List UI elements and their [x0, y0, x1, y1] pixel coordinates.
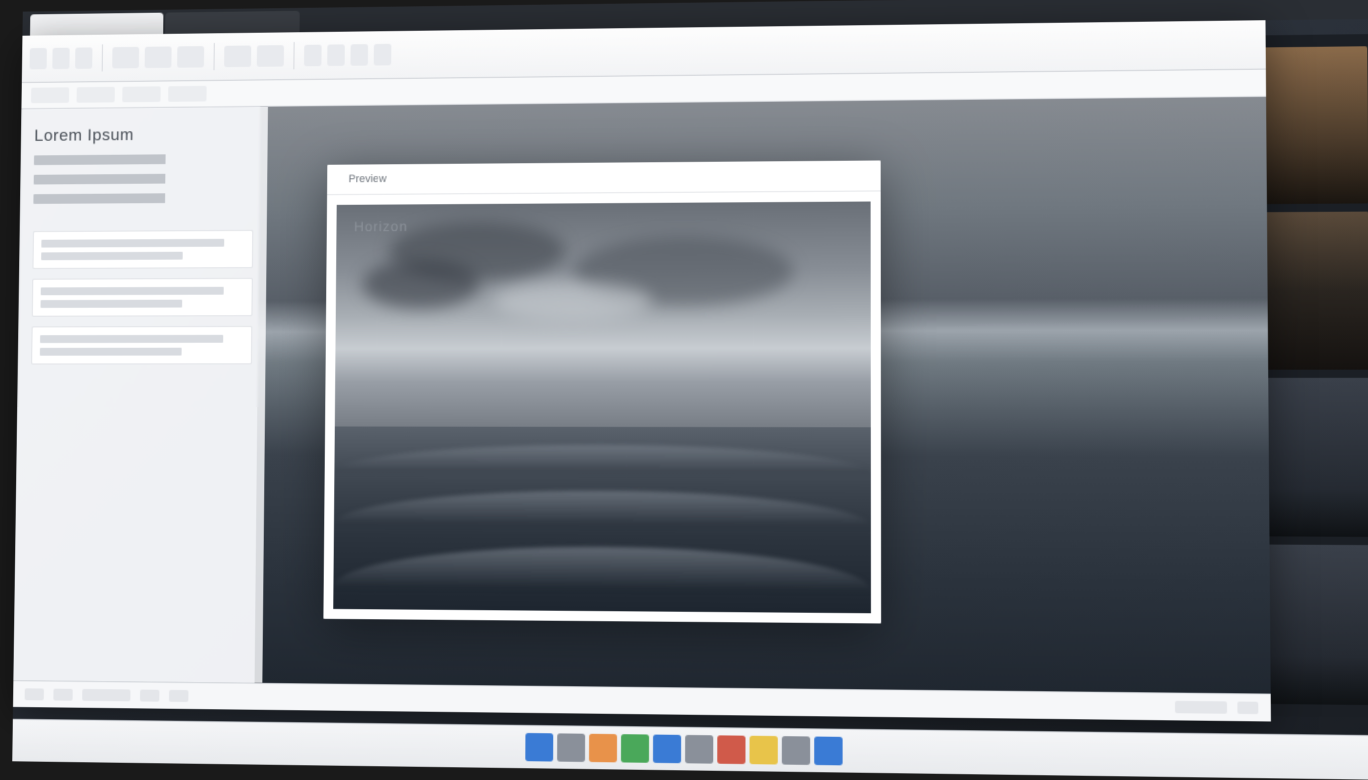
card-text-line	[40, 348, 182, 356]
ribbon-button[interactable]	[145, 46, 172, 68]
workspace-canvas: Lorem Ipsum	[13, 97, 1270, 694]
taskbar-app-icon[interactable]	[750, 736, 778, 765]
sidebar-text-line	[33, 193, 253, 204]
status-item[interactable]	[82, 689, 130, 701]
toolbar-button[interactable]	[122, 86, 160, 102]
cloud-shape	[362, 259, 480, 309]
taskbar-app-icon[interactable]	[525, 733, 553, 762]
taskbar-app-icon[interactable]	[717, 735, 745, 764]
wave-shape	[334, 445, 870, 474]
toolbar-button[interactable]	[168, 86, 207, 102]
monitor-frame: Lorem Ipsum	[12, 0, 1368, 780]
preview-image	[333, 202, 871, 614]
cloud-shape	[494, 281, 652, 321]
wave-shape	[334, 490, 871, 527]
ribbon-button[interactable]	[177, 46, 204, 68]
toolbar-button[interactable]	[77, 87, 115, 103]
ribbon-button[interactable]	[257, 45, 284, 67]
preview-caption: Horizon	[354, 218, 408, 234]
status-item[interactable]	[1237, 702, 1258, 715]
os-taskbar	[12, 719, 1368, 780]
ribbon-button[interactable]	[304, 45, 322, 67]
ribbon-button[interactable]	[112, 47, 139, 69]
property-card[interactable]	[31, 326, 252, 364]
card-text-line	[41, 239, 224, 248]
separator	[214, 43, 215, 70]
ribbon-button[interactable]	[327, 44, 345, 66]
ribbon-button[interactable]	[75, 47, 92, 68]
toolbar-button[interactable]	[31, 87, 69, 103]
taskbar-app-icon[interactable]	[557, 733, 585, 762]
taskbar-app-icon[interactable]	[814, 737, 842, 766]
card-text-line	[41, 252, 183, 260]
sky-region	[335, 202, 871, 428]
status-item[interactable]	[169, 690, 188, 702]
zoom-control[interactable]	[1175, 701, 1227, 714]
preview-tab[interactable]: Preview	[339, 169, 397, 189]
status-item[interactable]	[53, 689, 72, 701]
status-item[interactable]	[25, 688, 44, 700]
ribbon-button[interactable]	[52, 48, 69, 69]
property-card[interactable]	[32, 278, 253, 317]
desktop-background: Lorem Ipsum	[12, 0, 1368, 780]
taskbar-app-icon[interactable]	[621, 734, 649, 763]
preview-header: Preview	[327, 160, 881, 195]
browser-tab[interactable]	[30, 13, 163, 36]
sidebar-subtitle	[34, 154, 254, 165]
taskbar-app-icon[interactable]	[589, 734, 617, 763]
card-text-line	[40, 335, 223, 343]
taskbar-app-icon[interactable]	[685, 735, 713, 764]
browser-tab[interactable]	[165, 11, 300, 34]
status-item[interactable]	[140, 690, 159, 702]
separator	[102, 44, 103, 71]
sea-region	[333, 426, 871, 613]
card-text-line	[41, 300, 183, 308]
ribbon-button[interactable]	[224, 45, 251, 67]
image-preview-dialog[interactable]: Preview Horizon	[323, 160, 881, 623]
taskbar-app-icon[interactable]	[782, 736, 810, 765]
properties-sidebar: Lorem Ipsum	[13, 107, 268, 683]
card-text-line	[41, 287, 224, 295]
sidebar-title: Lorem Ipsum	[34, 124, 254, 145]
separator	[293, 42, 294, 69]
property-card[interactable]	[32, 230, 253, 269]
sidebar-text-line	[34, 173, 254, 184]
ribbon-button[interactable]	[350, 44, 368, 66]
editor-application-window: Lorem Ipsum	[13, 20, 1271, 721]
ribbon-button[interactable]	[30, 48, 47, 69]
ribbon-button[interactable]	[374, 44, 392, 66]
preview-viewport: Horizon	[333, 202, 871, 614]
wave-shape	[333, 545, 870, 591]
taskbar-app-icon[interactable]	[653, 735, 681, 764]
